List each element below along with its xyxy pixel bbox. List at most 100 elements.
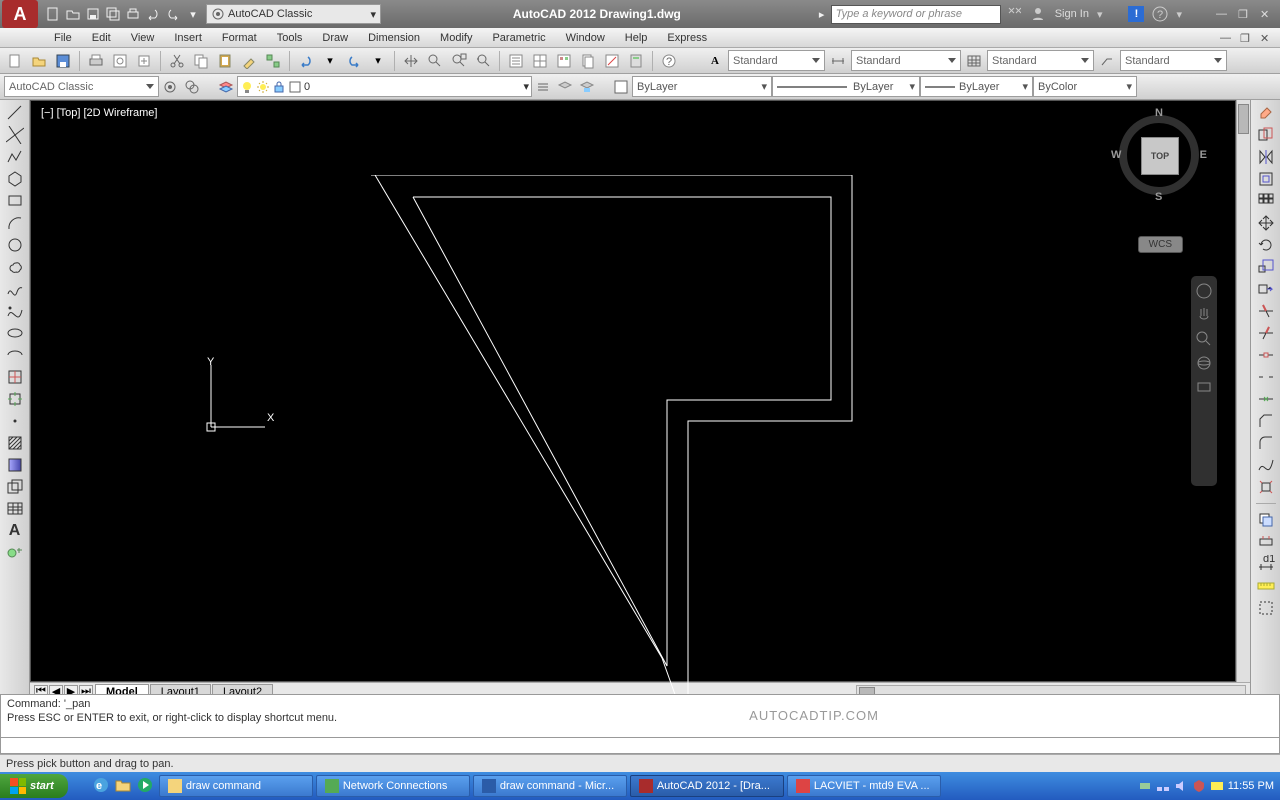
draworder-icon[interactable] — [1255, 511, 1277, 529]
menu-modify[interactable]: Modify — [430, 32, 482, 44]
tray-clock[interactable]: 11:55 PM — [1228, 780, 1274, 792]
dimstyle-icon[interactable] — [827, 50, 849, 72]
task-word[interactable]: draw command - Micr... — [473, 775, 627, 797]
region-icon[interactable] — [4, 478, 26, 496]
player-icon[interactable] — [136, 776, 156, 796]
show-desktop-icon[interactable] — [70, 776, 90, 796]
dim-constraint-icon[interactable]: d1 — [1255, 555, 1277, 573]
help-icon[interactable]: ? — [1152, 6, 1168, 22]
command-window[interactable]: Command: '_pan Press ESC or ENTER to exi… — [0, 694, 1280, 738]
zoom-window-button[interactable] — [448, 50, 470, 72]
arc-icon[interactable] — [4, 214, 26, 232]
viewport-label[interactable]: [−] [Top] [2D Wireframe] — [41, 107, 157, 119]
undo-button[interactable] — [295, 50, 317, 72]
circle-icon[interactable] — [4, 236, 26, 254]
minimize-icon[interactable]: — — [1216, 8, 1230, 20]
layer-previous-button[interactable] — [554, 76, 576, 98]
navigation-bar[interactable] — [1191, 276, 1217, 486]
maximize-icon[interactable]: ❐ — [1238, 8, 1252, 20]
start-button[interactable]: start — [0, 774, 68, 798]
tray-msg-icon[interactable] — [1210, 779, 1224, 793]
tablestyle-dropdown[interactable]: Standard — [987, 50, 1094, 71]
task-network[interactable]: Network Connections — [316, 775, 470, 797]
layer-states-button[interactable] — [532, 76, 554, 98]
viewcube-w[interactable]: W — [1111, 149, 1121, 161]
explorer-icon[interactable] — [114, 776, 134, 796]
doc-close-icon[interactable]: ✕ — [1260, 32, 1274, 44]
saveas-icon[interactable] — [104, 5, 122, 23]
toolpalettes-button[interactable] — [553, 50, 575, 72]
redo-icon[interactable] — [164, 5, 182, 23]
plot-button[interactable] — [85, 50, 107, 72]
trim-icon[interactable] — [1255, 302, 1277, 320]
signin-button[interactable]: Sign In — [1055, 8, 1089, 20]
tray-network-icon[interactable] — [1156, 779, 1170, 793]
line-icon[interactable] — [4, 104, 26, 122]
workspace-dropdown[interactable]: AutoCAD Classic — [4, 76, 159, 97]
menu-tools[interactable]: Tools — [267, 32, 313, 44]
workspace-save-icon[interactable] — [181, 76, 203, 98]
undo-drop-button[interactable]: ▾ — [319, 50, 341, 72]
polyline-icon[interactable] — [4, 148, 26, 166]
array-icon[interactable] — [1255, 192, 1277, 210]
copy-button[interactable] — [190, 50, 212, 72]
menu-format[interactable]: Format — [212, 32, 267, 44]
break-icon[interactable] — [1255, 368, 1277, 386]
dimstyle-dropdown[interactable]: Standard — [851, 50, 961, 71]
tablestyle-icon[interactable] — [963, 50, 985, 72]
ellipse-icon[interactable] — [4, 324, 26, 342]
measure-icon[interactable] — [1255, 577, 1277, 595]
join-icon[interactable] — [1255, 390, 1277, 408]
polygon-icon[interactable] — [4, 170, 26, 188]
qat-dropdown-icon[interactable]: ▾ — [184, 5, 202, 23]
mleaderstyle-dropdown[interactable]: Standard — [1120, 50, 1227, 71]
blockedit-button[interactable] — [262, 50, 284, 72]
chamfer-icon[interactable] — [1255, 412, 1277, 430]
drawing-canvas[interactable]: [−] [Top] [2D Wireframe] Y X — [30, 100, 1236, 682]
task-lacviet[interactable]: LACVIET - mtd9 EVA ... — [787, 775, 941, 797]
open-icon[interactable] — [64, 5, 82, 23]
explode-icon[interactable] — [1255, 478, 1277, 496]
save-icon[interactable] — [84, 5, 102, 23]
redo-drop-button[interactable]: ▾ — [367, 50, 389, 72]
menu-dimension[interactable]: Dimension — [358, 32, 430, 44]
command-input[interactable] — [0, 738, 1280, 754]
close-icon[interactable]: ✕ — [1260, 8, 1274, 20]
mleaderstyle-icon[interactable] — [1096, 50, 1118, 72]
redo-button[interactable] — [343, 50, 365, 72]
point-icon[interactable] — [4, 412, 26, 430]
pan-icon[interactable] — [1195, 306, 1213, 324]
rectangle-icon[interactable] — [4, 192, 26, 210]
tray-safely-remove-icon[interactable] — [1138, 779, 1152, 793]
move-icon[interactable] — [1255, 214, 1277, 232]
paste-button[interactable] — [214, 50, 236, 72]
extend-icon[interactable] — [1255, 324, 1277, 342]
menu-express[interactable]: Express — [657, 32, 717, 44]
open-button[interactable] — [28, 50, 50, 72]
viewcube-e[interactable]: E — [1200, 149, 1207, 161]
zoom-previous-button[interactable] — [472, 50, 494, 72]
spline-icon[interactable] — [4, 280, 26, 298]
erase-icon[interactable] — [1255, 104, 1277, 122]
viewcube[interactable]: TOP N S E W — [1111, 107, 1207, 203]
publish-button[interactable] — [133, 50, 155, 72]
markup-button[interactable] — [601, 50, 623, 72]
menu-insert[interactable]: Insert — [164, 32, 212, 44]
copy-icon[interactable] — [1255, 126, 1277, 144]
menu-view[interactable]: View — [121, 32, 165, 44]
task-autocad[interactable]: AutoCAD 2012 - [Dra... — [630, 775, 784, 797]
user-icon[interactable] — [1031, 6, 1047, 22]
search-icon[interactable] — [1007, 6, 1023, 22]
tray-av-icon[interactable] — [1192, 779, 1206, 793]
save-button[interactable] — [52, 50, 74, 72]
insert-block-icon[interactable] — [4, 368, 26, 386]
search-arrow-icon[interactable]: ▸ — [813, 5, 831, 23]
cut-button[interactable] — [166, 50, 188, 72]
linetype-dropdown[interactable]: ByLayer▾ — [772, 76, 920, 97]
offset-icon[interactable] — [1255, 170, 1277, 188]
sheetset-button[interactable] — [577, 50, 599, 72]
color-dropdown[interactable]: ByLayer▾ — [632, 76, 772, 97]
table-icon[interactable] — [4, 500, 26, 518]
vertical-scrollbar[interactable] — [1236, 100, 1250, 682]
menu-help[interactable]: Help — [615, 32, 658, 44]
